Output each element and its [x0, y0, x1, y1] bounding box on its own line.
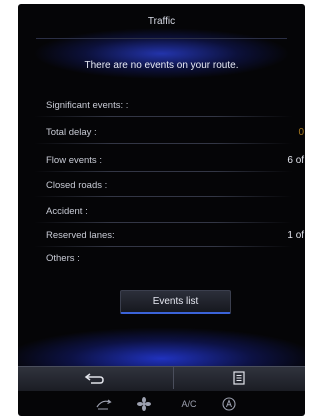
row-divider	[34, 143, 292, 144]
row-divider	[34, 171, 292, 172]
total-delay-value: 0:00	[298, 127, 305, 138]
menu-button[interactable]	[174, 366, 305, 390]
list-item: Total delay : 0:00	[34, 127, 305, 145]
total-delay-label: Total delay :	[46, 127, 97, 138]
reserved-lanes-value: 1 of 24	[287, 230, 305, 241]
list-item: Others : 4	[46, 253, 305, 271]
air-recirculation-icon	[96, 399, 112, 410]
auto-climate-icon	[222, 397, 236, 411]
accident-value: 2	[198, 206, 305, 217]
accident-label: Accident :	[46, 206, 88, 217]
reserved-lanes-label: Reserved lanes:	[46, 230, 115, 241]
significant-events-value: 56	[198, 100, 305, 111]
back-button[interactable]	[18, 366, 173, 390]
events-list-button[interactable]: Events list	[120, 290, 231, 314]
flow-events-label: Flow events :	[46, 155, 102, 166]
page-title: Traffic	[147, 16, 176, 27]
traffic-screen: Traffic There are no events on your rout…	[18, 4, 305, 416]
closed-roads-value: 5	[198, 180, 305, 191]
auto-climate-button[interactable]	[214, 394, 244, 414]
ac-button[interactable]: A/C	[174, 394, 204, 414]
list-item: Accident : 2	[34, 206, 305, 224]
list-item: Reserved lanes: 1 of 24	[34, 230, 305, 248]
others-label: Others :	[46, 253, 80, 264]
list-item: Significant events: : 56	[34, 100, 305, 118]
row-divider	[34, 246, 292, 247]
closed-roads-label: Closed roads :	[46, 180, 108, 191]
title-divider	[36, 38, 287, 39]
list-menu-icon	[233, 371, 245, 385]
row-divider	[34, 196, 292, 197]
others-value: 4	[198, 253, 305, 264]
list-item: Flow events : 6 of 13	[34, 155, 305, 173]
significant-events-label: Significant events: :	[46, 100, 129, 111]
back-arrow-icon	[84, 373, 104, 384]
row-divider	[34, 222, 292, 223]
route-status-message: There are no events on your route.	[84, 60, 239, 71]
fan-icon	[137, 397, 151, 411]
list-item: Closed roads : 5	[34, 180, 305, 198]
ac-label: A/C	[181, 399, 197, 409]
air-recirculation-button[interactable]	[89, 394, 119, 414]
climate-control-strip: A/C	[18, 392, 305, 416]
fan-button[interactable]	[129, 394, 159, 414]
flow-events-value: 6 of 13	[287, 155, 305, 166]
row-divider	[34, 116, 292, 117]
